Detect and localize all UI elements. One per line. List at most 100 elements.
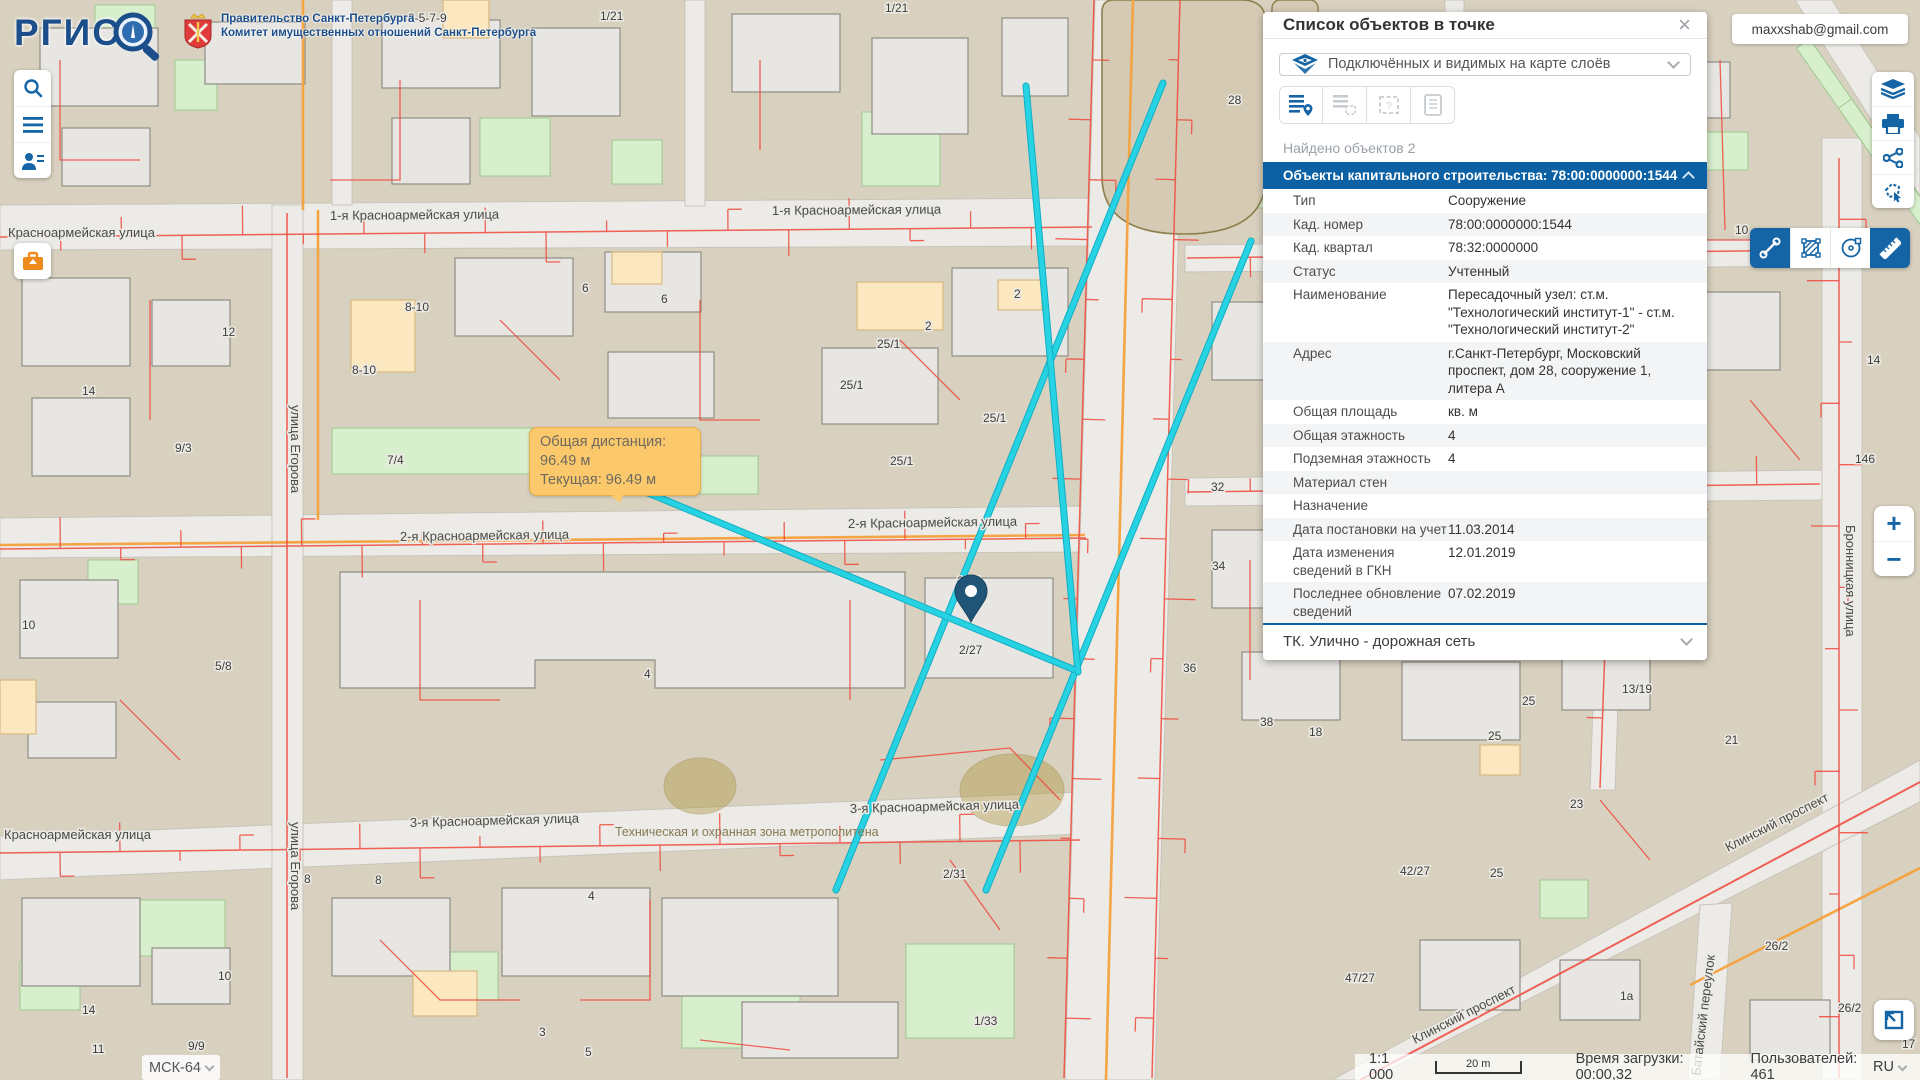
user-email-text: maxxshab@gmail.com [1752, 22, 1889, 37]
lasso-select-icon [1882, 182, 1904, 202]
measurement-tooltip: Общая дистанция: 96.49 м Текущая: 96.49 … [529, 427, 701, 496]
house-number-label: 34 [1212, 559, 1226, 573]
measure-distance-button[interactable] [1750, 228, 1790, 268]
house-number-label: 8 [375, 873, 382, 887]
street-name-label: Красноармейская улица [4, 827, 152, 842]
list-by-area-button[interactable] [1323, 86, 1367, 124]
house-number-label: 9/9 [188, 1039, 205, 1053]
menu-button[interactable] [14, 106, 51, 142]
chevron-down-icon [205, 1062, 215, 1072]
select-area-button[interactable] [1872, 174, 1914, 208]
attribute-label: Дата постановки на учет [1293, 521, 1448, 539]
briefcase-icon [22, 251, 44, 271]
print-button[interactable] [1872, 106, 1914, 140]
house-number-label: 4 [588, 889, 595, 903]
house-number-label: 2/27 [959, 643, 983, 657]
collapse-arrow-icon [1883, 1009, 1905, 1031]
measure-radius-button[interactable] [1830, 228, 1870, 268]
house-number-label: 3 [539, 1025, 546, 1039]
house-number-label: 28 [1228, 93, 1242, 107]
attribute-label: Материал стен [1293, 474, 1448, 492]
house-number-label: 42/27 [1400, 864, 1430, 878]
panel-title: Список объектов в точке [1283, 15, 1495, 35]
map-scale[interactable]: 1:1 000 [1369, 1051, 1413, 1080]
attribute-value: Сооружение [1448, 192, 1693, 210]
list-by-point-button[interactable] [1279, 86, 1323, 124]
house-number-label: 8-10 [405, 300, 429, 314]
list-area-icon [1333, 94, 1357, 116]
attribute-row: Дата изменения сведений в ГКН12.01.2019 [1263, 541, 1707, 582]
identify-rect-button[interactable]: ? [1367, 86, 1411, 124]
attribute-row: Общая площадькв. м [1263, 400, 1707, 424]
measure-radius-icon [1840, 237, 1862, 259]
minimap-toggle-button[interactable] [1874, 1000, 1914, 1040]
house-number-label: 21 [1725, 733, 1739, 747]
user-email[interactable]: maxxshab@gmail.com [1732, 14, 1908, 44]
ruler-button[interactable] [1870, 228, 1910, 268]
search-button[interactable] [14, 70, 51, 106]
attribute-value [1448, 497, 1693, 515]
attribute-row: Последнее обновление сведений07.02.2019 [1263, 582, 1707, 623]
zoom-control: + − [1874, 506, 1914, 576]
section-road-network[interactable]: ТК. Улично - дорожная сеть [1263, 623, 1707, 660]
house-number-label: 25/1 [840, 378, 864, 392]
attribute-label: Кад. номер [1293, 216, 1448, 234]
house-number-label: 1/33 [974, 1014, 998, 1028]
report-button[interactable] [1411, 86, 1455, 124]
house-number-label: 8 [304, 872, 311, 886]
svg-text:?: ? [1386, 101, 1392, 112]
attribute-label: Подземная этажность [1293, 450, 1448, 468]
attribute-value: 78:32:0000000 [1448, 239, 1693, 257]
share-button[interactable] [1872, 140, 1914, 174]
street-name-label: улица Егорова [288, 822, 303, 911]
share-icon [1883, 148, 1903, 168]
zoom-out-button[interactable]: − [1874, 541, 1914, 576]
scale-bar: 20 m [1435, 1061, 1522, 1074]
layer-filter-value: Подключённых и видимых на карте слоёв [1328, 56, 1669, 72]
close-icon[interactable]: × [1678, 14, 1691, 36]
street-name-label: 1-я Красноармейская улица [330, 207, 500, 223]
measure-area-button[interactable] [1790, 228, 1830, 268]
users-count: Пользователей: 461 [1750, 1051, 1873, 1080]
house-number-label: 25 [1488, 729, 1502, 743]
language-value: RU [1873, 1059, 1894, 1075]
language-selector[interactable]: RU [1873, 1059, 1906, 1075]
house-number-label: 10 [1735, 223, 1749, 237]
gov-line2: Комитет имущественных отношений Санкт-Пе… [221, 26, 536, 40]
attribute-value: 4 [1448, 450, 1693, 468]
house-number-label: 146 [1855, 452, 1875, 466]
attribute-value: 12.01.2019 [1448, 544, 1693, 579]
user-list-button[interactable] [14, 142, 51, 178]
zoom-in-button[interactable]: + [1874, 506, 1914, 541]
section-capital-construction[interactable]: Объекты капитального строительства: 78:0… [1263, 162, 1707, 189]
attribute-value [1448, 474, 1693, 492]
rect-question-icon: ? [1378, 94, 1400, 116]
chevron-up-icon [1682, 171, 1695, 184]
metro-zone-label: Техническая и охранная зона метрополитен… [615, 825, 879, 839]
chevron-down-icon [1898, 1061, 1908, 1071]
chevron-down-icon [1667, 56, 1680, 69]
right-toolbar [1872, 72, 1914, 208]
house-number-label: 23 [1570, 797, 1584, 811]
crs-selector[interactable]: МСК-64 [142, 1055, 220, 1080]
attribute-row: Адресг.Санкт-Петербург, Московский просп… [1263, 342, 1707, 401]
house-number-label: 1/21 [885, 1, 909, 15]
attribute-label: Статус [1293, 263, 1448, 281]
attribute-value: 4 [1448, 427, 1693, 445]
house-number-label: 9/3 [175, 441, 192, 455]
printer-icon [1882, 114, 1904, 134]
layers-button[interactable] [1872, 72, 1914, 106]
house-number-label: 12 [222, 325, 236, 339]
house-number-label: 38 [1260, 715, 1274, 729]
document-icon [1424, 94, 1442, 116]
rgis-logo[interactable]: РГИС [14, 12, 121, 54]
layer-filter-dropdown[interactable]: Подключённых и видимых на карте слоёв [1279, 53, 1691, 76]
attribute-label: Последнее обновление сведений [1293, 585, 1448, 620]
street-name-label: улица Егорова [288, 405, 303, 494]
section2-title: ТК. Улично - дорожная сеть [1283, 633, 1475, 650]
services-button[interactable] [14, 243, 51, 279]
attribute-value: Пересадочный узел: ст.м. "Технологически… [1448, 286, 1693, 339]
hamburger-icon [23, 117, 43, 133]
attribute-label: Дата изменения сведений в ГКН [1293, 544, 1448, 579]
house-number-label: 10 [22, 618, 36, 632]
